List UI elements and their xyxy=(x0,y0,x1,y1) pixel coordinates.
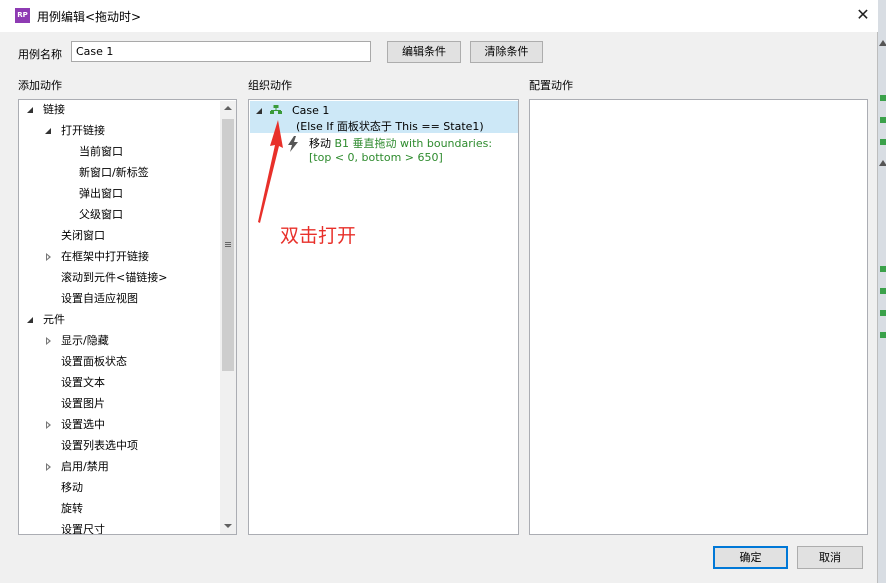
clear-condition-button[interactable]: 清除条件 xyxy=(470,41,543,63)
tree-item-label: 链接 xyxy=(43,103,65,116)
case-editor-dialog: RP 用例编辑<拖动时> ✕ 用例名称 Case 1 编辑条件 清除条件 添加动… xyxy=(0,0,878,583)
configure-action-panel xyxy=(529,99,868,535)
background-arrow-icon xyxy=(879,40,886,46)
action-verb: 移动 xyxy=(309,137,331,150)
background-strip-right xyxy=(878,0,886,583)
tree-item[interactable]: 在框架中打开链接 xyxy=(19,247,219,267)
tree-item[interactable]: 设置尺寸 xyxy=(19,520,219,535)
organize-action-heading: 组织动作 xyxy=(248,79,292,92)
expanded-arrow-icon[interactable] xyxy=(26,100,36,120)
collapsed-arrow-icon[interactable] xyxy=(44,415,54,435)
case-name-input[interactable]: Case 1 xyxy=(71,41,371,62)
tree-item-label: 设置图片 xyxy=(61,397,105,410)
tree-item-label: 弹出窗口 xyxy=(79,187,123,200)
tree-item-label: 新窗口/新标签 xyxy=(79,166,149,179)
edit-condition-button[interactable]: 编辑条件 xyxy=(387,41,461,63)
tree-item[interactable]: 关闭窗口 xyxy=(19,226,219,246)
tree-item-label: 父级窗口 xyxy=(79,208,123,221)
tree-item[interactable]: 打开链接 xyxy=(19,121,219,141)
add-action-panel: 链接打开链接当前窗口新窗口/新标签 弹出窗口父级窗口关闭窗口在框架中打开链接滚动到… xyxy=(18,99,237,535)
tree-item-label: 移动 xyxy=(61,481,83,494)
tree-item[interactable]: 滚动到元件<锚链接> xyxy=(19,268,219,288)
tree-item[interactable]: 设置选中 xyxy=(19,415,219,435)
background-marker xyxy=(880,332,886,338)
tree-item[interactable]: 父级窗口 xyxy=(19,205,219,225)
collapsed-arrow-icon[interactable] xyxy=(44,247,54,267)
annotation-arrow-icon xyxy=(258,120,283,223)
tree-item[interactable]: 设置自适应视图 xyxy=(19,289,219,309)
ok-button[interactable]: 确定 xyxy=(713,546,788,569)
tree-item[interactable]: 设置面板状态 xyxy=(19,352,219,372)
tree-item-label: 设置列表选中项 xyxy=(61,439,138,452)
tree-item-label: 设置文本 xyxy=(61,376,105,389)
scroll-down-arrow-icon[interactable] xyxy=(224,524,232,528)
tree-item[interactable]: 链接 xyxy=(19,100,219,120)
tree-item[interactable]: 新窗口/新标签 xyxy=(19,163,219,183)
tree-item-label: 打开链接 xyxy=(61,124,105,137)
tree-item[interactable]: 设置文本 xyxy=(19,373,219,393)
tree-item-label: 元件 xyxy=(43,313,65,326)
background-arrow-icon xyxy=(879,160,886,166)
tree-item-label: 关闭窗口 xyxy=(61,229,105,242)
tree-item[interactable]: 当前窗口 xyxy=(19,142,219,162)
tree-item-label: 设置选中 xyxy=(61,418,105,431)
background-marker xyxy=(880,266,886,272)
close-icon[interactable]: ✕ xyxy=(852,4,874,26)
action-detail: B1 垂直拖动 with boundaries: [top < 0, botto… xyxy=(309,137,493,164)
tree-item[interactable]: 启用/禁用 xyxy=(19,457,219,477)
tree-item[interactable]: 元件 xyxy=(19,310,219,330)
tree-item-label: 在框架中打开链接 xyxy=(61,250,149,263)
case-icon xyxy=(270,105,282,114)
tree-item-label: 启用/禁用 xyxy=(61,460,109,473)
expanded-arrow-icon[interactable] xyxy=(44,121,54,141)
tree-item[interactable]: 移动 xyxy=(19,478,219,498)
tree-item-label: 设置自适应视图 xyxy=(61,292,138,305)
collapsed-arrow-icon[interactable] xyxy=(44,457,54,477)
background-marker xyxy=(880,117,886,123)
tree-item[interactable]: 设置图片 xyxy=(19,394,219,414)
tree-item-label: 设置面板状态 xyxy=(61,355,127,368)
case-name-label: 用例名称 xyxy=(18,48,62,61)
tree-item[interactable]: 显示/隐藏 xyxy=(19,331,219,351)
tree-item-label: 当前窗口 xyxy=(79,145,123,158)
case-row[interactable]: Case 1 (Else If 面板状态于 This == State1) xyxy=(250,101,518,133)
scroll-up-arrow-icon[interactable] xyxy=(224,106,232,110)
configure-action-heading: 配置动作 xyxy=(529,79,573,92)
collapsed-arrow-icon[interactable] xyxy=(44,331,54,351)
action-item[interactable]: 移动 B1 垂直拖动 with boundaries: [top < 0, bo… xyxy=(309,137,514,165)
axure-app-icon: RP xyxy=(15,8,30,23)
background-marker xyxy=(880,310,886,316)
background-marker xyxy=(880,139,886,145)
collapse-toggle-icon[interactable] xyxy=(256,108,262,114)
background-marker xyxy=(880,288,886,294)
tree-item-label: 滚动到元件<锚链接> xyxy=(61,271,168,284)
cancel-button[interactable]: 取消 xyxy=(797,546,863,569)
tree-item-label: 显示/隐藏 xyxy=(61,334,109,347)
annotation-text: 双击打开 xyxy=(280,225,357,247)
tree-scrollbar[interactable] xyxy=(220,101,236,534)
tree-item[interactable]: 设置列表选中项 xyxy=(19,436,219,456)
case-condition-text: (Else If 面板状态于 This == State1) xyxy=(296,120,484,133)
tree-item[interactable]: 弹出窗口 xyxy=(19,184,219,204)
tree-item[interactable]: 旋转 xyxy=(19,499,219,519)
scroll-thumb[interactable] xyxy=(222,119,234,371)
add-action-heading: 添加动作 xyxy=(18,79,62,92)
tree-item-label: 旋转 xyxy=(61,502,83,515)
tree-item-label: 设置尺寸 xyxy=(61,523,105,535)
expanded-arrow-icon[interactable] xyxy=(26,310,36,330)
window-title: 用例编辑<拖动时> xyxy=(37,10,142,24)
title-bar[interactable]: RP 用例编辑<拖动时> ✕ xyxy=(0,0,878,32)
background-marker xyxy=(880,95,886,101)
scroll-grip-icon xyxy=(225,242,231,243)
case-name-text: Case 1 xyxy=(292,104,330,117)
